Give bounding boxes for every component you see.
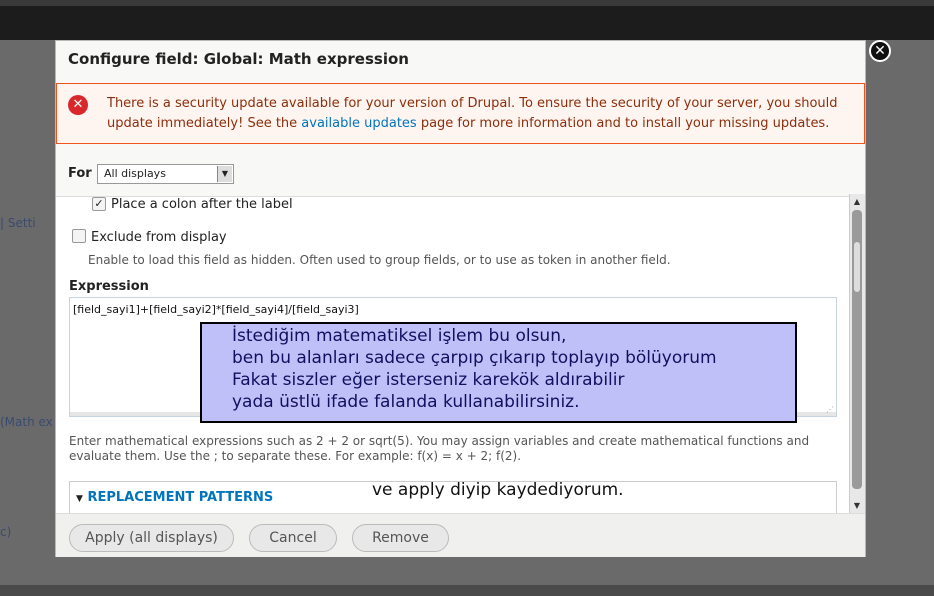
apply-all-displays-button[interactable]: Apply (all displays) <box>69 524 234 552</box>
expression-label: Expression <box>69 279 149 294</box>
annotation-line-4: yada üstlü ifade falanda kullanabilirsin… <box>232 392 580 412</box>
scrollbar-thumb[interactable] <box>853 241 861 293</box>
security-alert: ✕ There is a security update available f… <box>56 83 865 144</box>
replacement-patterns-label: REPLACEMENT PATTERNS <box>87 490 274 505</box>
for-displays-select[interactable]: All displays ▼ <box>97 164 234 184</box>
annotation-line-1: İstediğim matematiksel işlem bu olsun, <box>232 326 567 346</box>
for-select-value: All displays <box>104 167 166 180</box>
expression-value: [field_sayi1]+[field_sayi2]*[field_sayi4… <box>73 303 359 316</box>
annotation-caption: ve apply diyip kaydediyorum. <box>372 480 624 500</box>
background-bottom <box>0 585 934 596</box>
vertical-scrollbar[interactable]: ▲ ▼ <box>849 194 865 514</box>
available-updates-link[interactable]: available updates <box>301 116 416 131</box>
triangle-down-icon: ▼ <box>76 494 83 504</box>
exclude-checkbox-label: Exclude from display <box>91 230 227 245</box>
expression-help-text: Enter mathematical expressions such as 2… <box>69 434 810 463</box>
alert-message: There is a security update available for… <box>107 94 852 134</box>
scroll-down-icon[interactable]: ▼ <box>851 500 863 512</box>
background-strip <box>0 0 934 6</box>
colon-checkbox-label: Place a colon after the label <box>111 197 293 212</box>
background-field-text: (Math ex <box>0 415 53 429</box>
replacement-patterns-toggle[interactable]: ▼ REPLACEMENT PATTERNS <box>76 490 273 505</box>
cancel-button[interactable]: Cancel <box>249 524 337 552</box>
annotation-line-2: ben bu alanları sadece çarpıp çıkarıp to… <box>232 348 717 368</box>
annotation-line-3: Fakat siszler eğer isterseniz karekök al… <box>232 370 625 390</box>
alert-text-end: page for more information and to install… <box>416 116 830 131</box>
background-settings-link: | Setti <box>0 216 36 230</box>
error-icon: ✕ <box>68 95 88 115</box>
for-label: For <box>68 166 92 181</box>
background-topbar <box>0 0 934 40</box>
dialog-button-bar: Apply (all displays) Cancel Remove <box>56 513 865 557</box>
remove-button[interactable]: Remove <box>352 524 449 552</box>
background-text: c) <box>0 525 12 539</box>
resize-handle-icon[interactable]: ⋰ <box>826 406 834 414</box>
exclude-checkbox[interactable] <box>72 229 86 243</box>
chevron-down-icon[interactable]: ▼ <box>217 166 232 182</box>
colon-checkbox[interactable]: ✓ <box>92 197 106 211</box>
annotation-callout: İstediğim matematiksel işlem bu olsun, b… <box>200 322 797 423</box>
scroll-up-icon[interactable]: ▲ <box>851 196 863 208</box>
close-icon[interactable]: ✕ <box>869 40 891 62</box>
dialog-title: Configure field: Global: Math expression <box>68 50 409 68</box>
exclude-description: Enable to load this field as hidden. Oft… <box>88 253 671 267</box>
